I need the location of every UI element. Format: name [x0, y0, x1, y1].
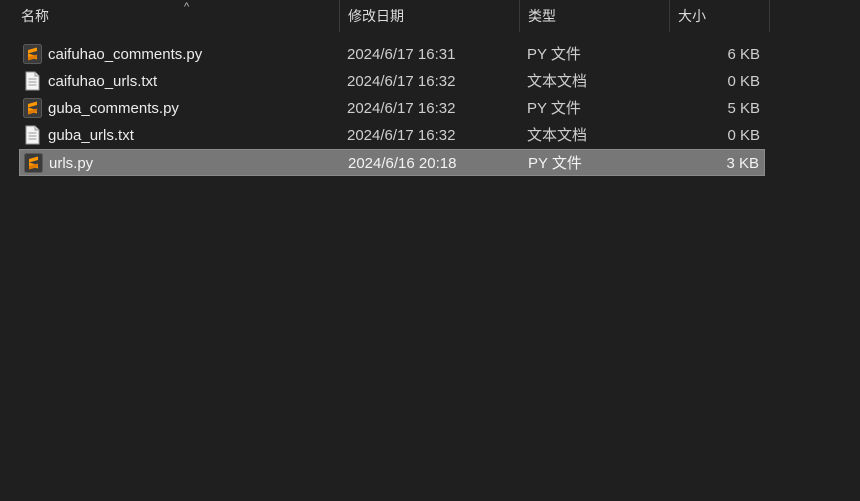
file-modified-date: 2024/6/17 16:32	[347, 73, 456, 90]
column-header-name[interactable]: 名称 ^	[13, 0, 340, 32]
file-row-caifuhao-comments-py[interactable]: caifuhao_comments.py 2024/6/17 16:31 PY …	[19, 41, 765, 68]
column-header-size-label: 大小	[678, 8, 706, 24]
file-modified-date: 2024/6/16 20:18	[348, 155, 457, 172]
file-row-urls-py[interactable]: urls.py 2024/6/16 20:18 PY 文件 3 KB	[19, 149, 765, 176]
file-name: caifuhao_urls.txt	[48, 73, 158, 90]
file-modified-date: 2024/6/17 16:31	[347, 46, 456, 63]
column-header-bar: 名称 ^ 修改日期 类型 大小	[0, 0, 860, 32]
column-header-modified[interactable]: 修改日期	[340, 0, 520, 32]
file-size: 5 KB	[727, 100, 760, 117]
file-modified-date: 2024/6/17 16:32	[347, 100, 456, 117]
sublime-python-file-icon	[23, 44, 42, 64]
file-explorer-view: 名称 ^ 修改日期 类型 大小 caifuhao_comments.py 202…	[0, 0, 860, 501]
sublime-python-file-icon	[24, 153, 43, 173]
file-size: 6 KB	[727, 46, 760, 63]
column-header-size[interactable]: 大小	[670, 0, 770, 32]
file-type: 文本文档	[527, 73, 588, 90]
file-list: caifuhao_comments.py 2024/6/17 16:31 PY …	[19, 41, 765, 176]
file-modified-date: 2024/6/17 16:32	[347, 127, 456, 144]
file-type: PY 文件	[527, 46, 581, 63]
file-size: 0 KB	[727, 127, 760, 144]
text-document-icon	[25, 125, 40, 145]
text-document-icon	[25, 71, 40, 91]
file-size: 0 KB	[727, 73, 760, 90]
file-row-caifuhao-urls-txt[interactable]: caifuhao_urls.txt 2024/6/17 16:32 文本文档 0…	[19, 68, 765, 95]
file-type: PY 文件	[528, 155, 582, 172]
file-name: guba_urls.txt	[48, 127, 134, 144]
sort-ascending-icon: ^	[184, 1, 190, 13]
file-row-guba-comments-py[interactable]: guba_comments.py 2024/6/17 16:32 PY 文件 5…	[19, 95, 765, 122]
file-row-guba-urls-txt[interactable]: guba_urls.txt 2024/6/17 16:32 文本文档 0 KB	[19, 122, 765, 149]
file-name: urls.py	[49, 155, 94, 172]
sublime-python-file-icon	[23, 98, 42, 118]
file-size: 3 KB	[726, 155, 759, 172]
column-header-modified-label: 修改日期	[348, 8, 404, 24]
column-header-name-label: 名称	[21, 8, 49, 24]
column-header-type-label: 类型	[528, 8, 556, 24]
file-type: 文本文档	[527, 127, 588, 144]
file-name: caifuhao_comments.py	[48, 46, 203, 63]
file-name: guba_comments.py	[48, 100, 179, 117]
file-type: PY 文件	[527, 100, 581, 117]
column-header-type[interactable]: 类型	[520, 0, 670, 32]
